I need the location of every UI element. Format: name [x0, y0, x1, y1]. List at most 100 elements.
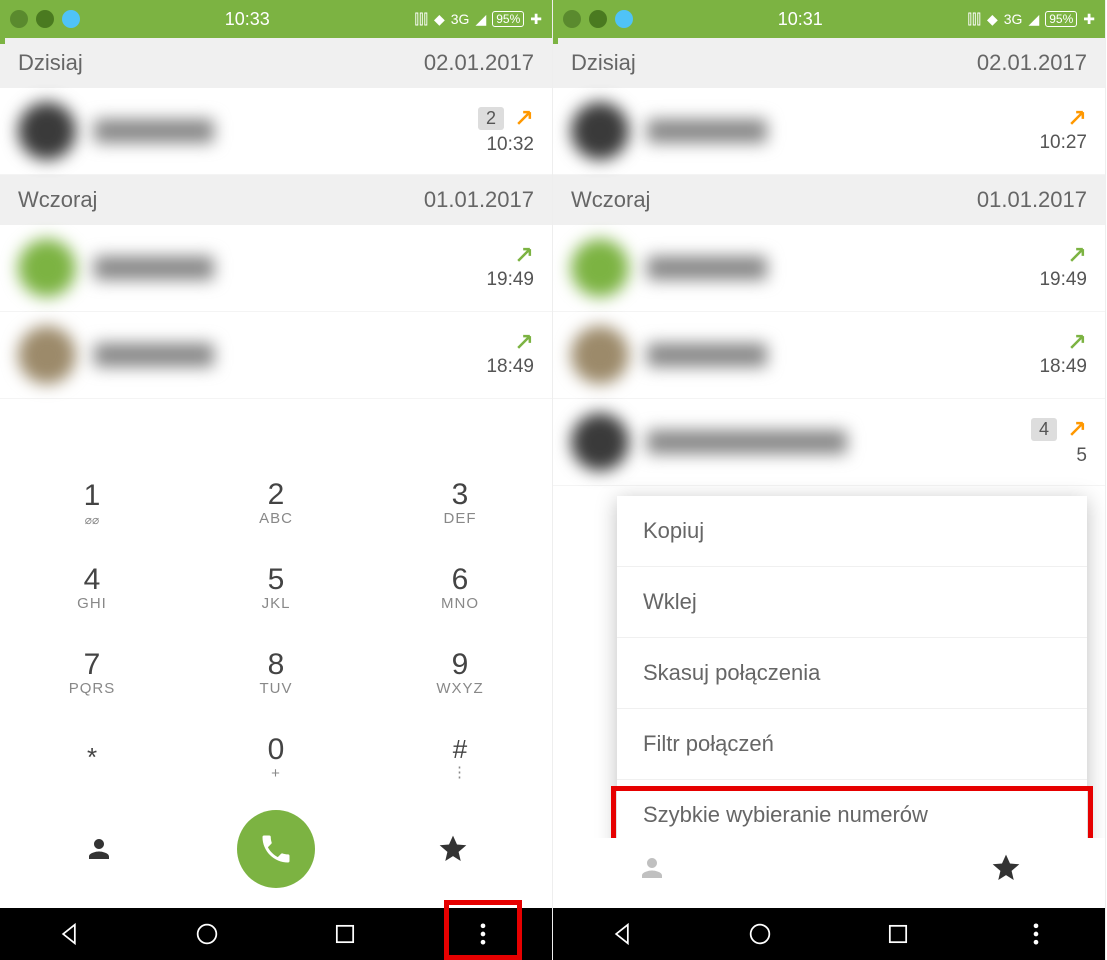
shield-icon [589, 10, 607, 28]
call-item[interactable]: 4 5 [553, 399, 1105, 486]
messenger-icon [62, 10, 80, 28]
dial-key-4[interactable]: 4GHI [0, 545, 184, 630]
menu-item-call-filter[interactable]: Filtr połączeń [617, 709, 1087, 780]
dial-key-0[interactable]: 0+ [184, 715, 368, 800]
messenger-icon [615, 10, 633, 28]
call-time: 18:49 [486, 356, 534, 378]
notification-icon [563, 10, 581, 28]
dial-key-hash[interactable]: #⋮ [368, 715, 552, 800]
section-label: Dzisiaj [571, 50, 636, 76]
notification-icon [10, 10, 28, 28]
status-time: 10:33 [80, 9, 415, 30]
network-label: 3G [451, 11, 470, 27]
call-count-badge: 2 [478, 107, 504, 130]
menu-item-delete-calls[interactable]: Skasuj połączenia [617, 638, 1087, 709]
shield-icon [36, 10, 54, 28]
tab-indicator [0, 38, 5, 44]
signal-icon: ◢ [1028, 11, 1039, 28]
call-button[interactable] [237, 810, 315, 888]
outgoing-call-icon [1067, 245, 1087, 265]
menu-item-copy[interactable]: Kopiuj [617, 496, 1087, 567]
wifi-icon: ◆ [987, 11, 998, 28]
vibrate-icon: ⫿⫿⫿ [415, 11, 428, 28]
phone-left: 10:33 ⫿⫿⫿ ◆ 3G ◢ 95% ✚ Dzisiaj 02.01.201… [0, 0, 553, 960]
call-time: 19:49 [486, 269, 534, 291]
dial-key-3[interactable]: 3DEF [368, 460, 552, 545]
wifi-icon: ◆ [434, 11, 445, 28]
dial-key-6[interactable]: 6MNO [368, 545, 552, 630]
overflow-menu: Kopiuj Wklej Skasuj połączenia Filtr poł… [617, 496, 1087, 838]
contacts-button[interactable] [79, 829, 119, 869]
avatar [571, 239, 629, 297]
section-date: 01.01.2017 [424, 187, 534, 213]
contacts-button[interactable] [632, 848, 672, 888]
call-list: Dzisiaj 02.01.2017 10:27 Wczoraj 01.01.2… [553, 38, 1105, 838]
plus-icon: ✚ [1083, 11, 1095, 28]
dial-key-8[interactable]: 8TUV [184, 630, 368, 715]
signal-icon: ◢ [475, 11, 486, 28]
overflow-menu-button[interactable] [1022, 920, 1050, 948]
back-button[interactable] [55, 920, 83, 948]
favorites-button[interactable] [433, 829, 473, 869]
outgoing-call-icon [1067, 419, 1087, 439]
back-button[interactable] [608, 920, 636, 948]
dial-key-9[interactable]: 9WXYZ [368, 630, 552, 715]
avatar [571, 326, 629, 384]
phone-right: 10:31 ⫿⫿⫿ ◆ 3G ◢ 95% ✚ Dzisiaj 02.01.201… [553, 0, 1106, 960]
call-time: 10:27 [1039, 132, 1087, 154]
plus-icon: ✚ [530, 11, 542, 28]
avatar [18, 239, 76, 297]
outgoing-call-icon [514, 108, 534, 128]
section-label: Wczoraj [571, 187, 650, 213]
dial-key-7[interactable]: 7PQRS [0, 630, 184, 715]
call-item[interactable]: 10:27 [553, 88, 1105, 175]
dialpad: 1⌀⌀ 2ABC 3DEF 4GHI 5JKL 6MNO 7PQRS 8TUV … [0, 450, 552, 908]
navigation-bar [553, 908, 1105, 960]
call-time: 5 [1076, 445, 1087, 467]
dial-key-2[interactable]: 2ABC [184, 460, 368, 545]
call-count-badge: 4 [1031, 418, 1057, 441]
outgoing-call-icon [1067, 332, 1087, 352]
tab-indicator [553, 38, 558, 44]
section-header-yesterday: Wczoraj 01.01.2017 [553, 175, 1105, 225]
avatar [18, 326, 76, 384]
call-time: 18:49 [1039, 356, 1087, 378]
section-header-today: Dzisiaj 02.01.2017 [553, 38, 1105, 88]
overflow-menu-button[interactable] [469, 920, 497, 948]
status-bar: 10:31 ⫿⫿⫿ ◆ 3G ◢ 95% ✚ [553, 0, 1105, 38]
call-item[interactable]: 18:49 [0, 312, 552, 399]
dial-key-5[interactable]: 5JKL [184, 545, 368, 630]
home-button[interactable] [746, 920, 774, 948]
call-time: 10:32 [486, 134, 534, 156]
section-header-yesterday: Wczoraj 01.01.2017 [0, 175, 552, 225]
outgoing-call-icon [514, 245, 534, 265]
section-label: Wczoraj [18, 187, 97, 213]
call-item[interactable]: 18:49 [553, 312, 1105, 399]
battery-indicator: 95% [1045, 11, 1077, 27]
avatar [571, 102, 629, 160]
outgoing-call-icon [514, 332, 534, 352]
section-label: Dzisiaj [18, 50, 83, 76]
dial-key-star[interactable]: * [0, 715, 184, 800]
call-list: Dzisiaj 02.01.2017 2 10:32 Wczoraj 01.01… [0, 38, 552, 450]
battery-indicator: 95% [492, 11, 524, 27]
status-time: 10:31 [633, 9, 968, 30]
navigation-bar [0, 908, 552, 960]
network-label: 3G [1004, 11, 1023, 27]
vibrate-icon: ⫿⫿⫿ [968, 11, 981, 28]
section-header-today: Dzisiaj 02.01.2017 [0, 38, 552, 88]
home-button[interactable] [193, 920, 221, 948]
outgoing-call-icon [1067, 108, 1087, 128]
call-item[interactable]: 19:49 [0, 225, 552, 312]
favorites-button[interactable] [986, 848, 1026, 888]
call-item[interactable]: 19:49 [553, 225, 1105, 312]
menu-item-paste[interactable]: Wklej [617, 567, 1087, 638]
avatar [571, 413, 629, 471]
menu-item-speed-dial[interactable]: Szybkie wybieranie numerów [617, 780, 1087, 838]
recent-button[interactable] [331, 920, 359, 948]
recent-button[interactable] [884, 920, 912, 948]
call-item[interactable]: 2 10:32 [0, 88, 552, 175]
status-bar: 10:33 ⫿⫿⫿ ◆ 3G ◢ 95% ✚ [0, 0, 552, 38]
dial-key-1[interactable]: 1⌀⌀ [0, 460, 184, 545]
section-date: 01.01.2017 [977, 187, 1087, 213]
